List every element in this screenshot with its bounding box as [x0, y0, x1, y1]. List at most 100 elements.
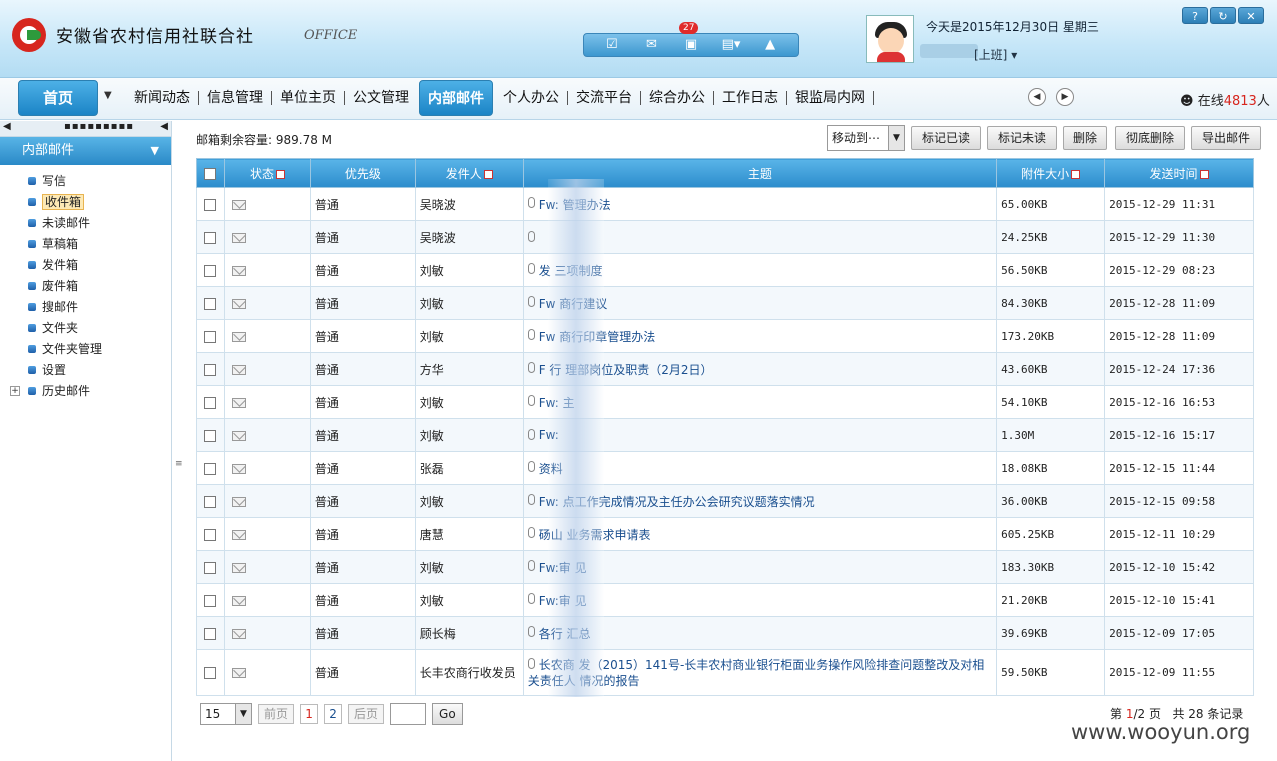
page-1-button[interactable]: 1 — [300, 704, 319, 724]
row-checkbox[interactable] — [204, 627, 217, 640]
row-checkbox[interactable] — [204, 528, 217, 541]
go-button[interactable]: Go — [432, 703, 463, 725]
nav-item[interactable]: 公文管理 — [345, 80, 417, 116]
row-subject[interactable]: Fw 商行印章管理办法 — [522, 319, 998, 353]
row-subject[interactable]: 各行 汇总 — [522, 616, 998, 650]
subject-link[interactable]: Fw:审 见 — [539, 561, 587, 575]
row-checkbox[interactable] — [204, 594, 217, 607]
sort-icon[interactable] — [1199, 169, 1209, 179]
select-all-checkbox[interactable] — [204, 167, 217, 180]
row-select[interactable] — [196, 517, 225, 551]
row-checkbox[interactable] — [204, 495, 217, 508]
row-checkbox[interactable] — [204, 462, 217, 475]
row-select[interactable] — [196, 649, 225, 696]
sidebar-item[interactable]: 发件箱 — [0, 255, 171, 276]
table-row[interactable]: 普通 长丰农商行收发员 长农商 发（2015）141号-长丰农村商业银行柜面业务操作… — [196, 649, 1254, 696]
row-subject[interactable]: 资料 — [522, 451, 998, 485]
col-sender[interactable]: 发件人 — [414, 158, 524, 188]
row-checkbox[interactable] — [204, 363, 217, 376]
nav-next-icon[interactable]: ▶ — [1056, 88, 1074, 106]
sidebar-item[interactable]: 未读邮件 — [0, 213, 171, 234]
row-select[interactable] — [196, 484, 225, 518]
row-subject[interactable]: Fw 商行建议 — [522, 286, 998, 320]
row-select[interactable] — [196, 418, 225, 452]
close-icon[interactable]: ✕ — [1238, 7, 1264, 24]
document-icon[interactable]: ▤▾ — [722, 38, 741, 52]
table-row[interactable]: 普通 唐慧 砀山 业务需求申请表 605.25KB 2015-12-11 10:29 — [196, 517, 1254, 551]
nav-item[interactable]: 信息管理 — [199, 80, 271, 116]
nav-item[interactable]: 交流平台 — [568, 80, 640, 116]
sidebar-item[interactable]: 草稿箱 — [0, 234, 171, 255]
table-row[interactable]: 普通 吴晓波 24.25KB 2015-12-29 11:30 — [196, 220, 1254, 254]
subject-link[interactable]: Fw 商行印章管理办法 — [539, 330, 656, 344]
mark-unread-button[interactable]: 标记未读 — [987, 126, 1057, 150]
row-checkbox[interactable] — [204, 561, 217, 574]
sort-icon[interactable] — [483, 169, 493, 179]
subject-link[interactable]: Fw 商行建议 — [539, 297, 608, 311]
row-subject[interactable]: Fw: — [522, 418, 998, 452]
table-row[interactable]: 普通 张磊 资料 18.08KB 2015-12-15 11:44 — [196, 451, 1254, 485]
nav-item[interactable]: 内部邮件 — [419, 80, 493, 116]
row-checkbox[interactable] — [204, 429, 217, 442]
row-subject[interactable]: Fw: 管理办法 — [522, 187, 998, 221]
table-row[interactable]: 普通 刘敏 Fw:审 见 21.20KB 2015-12-10 15:41 — [196, 583, 1254, 617]
row-subject[interactable]: F 行 理部岗位及职责（2月2日） — [522, 352, 998, 386]
subject-link[interactable]: Fw: — [539, 428, 559, 442]
sidebar-item[interactable]: 文件夹管理 — [0, 339, 171, 360]
prev-page-button[interactable]: 前页 — [258, 704, 295, 724]
select-all-header[interactable] — [196, 158, 225, 188]
row-select[interactable] — [196, 319, 225, 353]
table-row[interactable]: 普通 刘敏 Fw: 点工作完成情况及主任办公会研究议题落实情况 36.00KB 2015… — [196, 484, 1254, 518]
row-select[interactable] — [196, 352, 225, 386]
help-icon[interactable]: ? — [1182, 7, 1208, 24]
row-subject[interactable]: Fw:审 见 — [522, 550, 998, 584]
row-checkbox[interactable] — [204, 396, 217, 409]
row-select[interactable] — [196, 220, 225, 254]
page-jump-input[interactable] — [390, 703, 427, 725]
table-row[interactable]: 普通 刘敏 Fw 商行建议 84.30KB 2015-12-28 11:09 — [196, 286, 1254, 320]
row-checkbox[interactable] — [204, 330, 217, 343]
chevron-down-icon[interactable]: ▼ — [104, 90, 112, 101]
table-row[interactable]: 普通 刘敏 Fw: 主 54.10KB 2015-12-16 16:53 — [196, 385, 1254, 419]
nav-item[interactable]: 工作日志 — [714, 80, 786, 116]
subject-link[interactable]: Fw: 点工作完成情况及主任办公会研究议题落实情况 — [539, 495, 815, 509]
row-checkbox[interactable] — [204, 667, 217, 679]
row-select[interactable] — [196, 616, 225, 650]
sidebar-item[interactable]: 废件箱 — [0, 276, 171, 297]
sidebar-item[interactable]: 收件箱 — [0, 192, 171, 213]
row-subject[interactable]: Fw: 主 — [522, 385, 998, 419]
sort-icon[interactable] — [1071, 169, 1081, 179]
checkbox-icon[interactable]: ☑ — [603, 38, 621, 52]
delete-button[interactable]: 删除 — [1063, 126, 1107, 150]
table-row[interactable]: 普通 顾长梅 各行 汇总 39.69KB 2015-12-09 17:05 — [196, 616, 1254, 650]
subject-link[interactable]: 砀山 业务需求申请表 — [539, 528, 651, 542]
col-time[interactable]: 发送时间 — [1104, 158, 1254, 188]
subject-link[interactable]: F 行 理部岗位及职责（2月2日） — [539, 363, 713, 377]
page-2-button[interactable]: 2 — [324, 704, 343, 724]
sidebar-item[interactable]: 文件夹 — [0, 318, 171, 339]
next-page-button[interactable]: 后页 — [348, 704, 385, 724]
nav-item[interactable]: 银监局内网 — [787, 80, 873, 116]
splitter[interactable]: ≡ — [172, 121, 186, 761]
shirt-icon[interactable]: ▲ — [761, 38, 779, 52]
sidebar-item[interactable]: + 历史邮件 — [0, 381, 171, 402]
refresh-icon[interactable]: ↻ — [1210, 7, 1236, 24]
row-checkbox[interactable] — [204, 297, 217, 310]
table-row[interactable]: 普通 刘敏 Fw 商行印章管理办法 173.20KB 2015-12-28 11:09 — [196, 319, 1254, 353]
user-status-dropdown[interactable]: [上班] ▾ — [974, 46, 1017, 63]
row-subject[interactable]: 长农商 发（2015）141号-长丰农村商业银行柜面业务操作风险排查问题整改及对… — [522, 649, 998, 696]
row-select[interactable] — [196, 550, 225, 584]
row-subject[interactable] — [522, 220, 998, 254]
table-row[interactable]: 普通 刘敏 发 三项制度 56.50KB 2015-12-29 08:23 — [196, 253, 1254, 287]
table-row[interactable]: 普通 刘敏 Fw:审 见 183.30KB 2015-12-10 15:42 — [196, 550, 1254, 584]
row-select[interactable] — [196, 583, 225, 617]
sidebar-item[interactable]: 搜邮件 — [0, 297, 171, 318]
move-to-select[interactable]: 移动到⋯ ▼ — [827, 125, 905, 151]
collapse-right-icon[interactable]: ◀ — [160, 121, 168, 132]
table-row[interactable]: 普通 吴晓波 Fw: 管理办法 65.00KB 2015-12-29 11:31 — [196, 187, 1254, 221]
collapse-left-icon[interactable]: ◀ — [3, 121, 11, 132]
row-select[interactable] — [196, 187, 225, 221]
row-select[interactable] — [196, 451, 225, 485]
nav-home[interactable]: 首页 — [18, 80, 98, 116]
purge-button[interactable]: 彻底删除 — [1115, 126, 1185, 150]
